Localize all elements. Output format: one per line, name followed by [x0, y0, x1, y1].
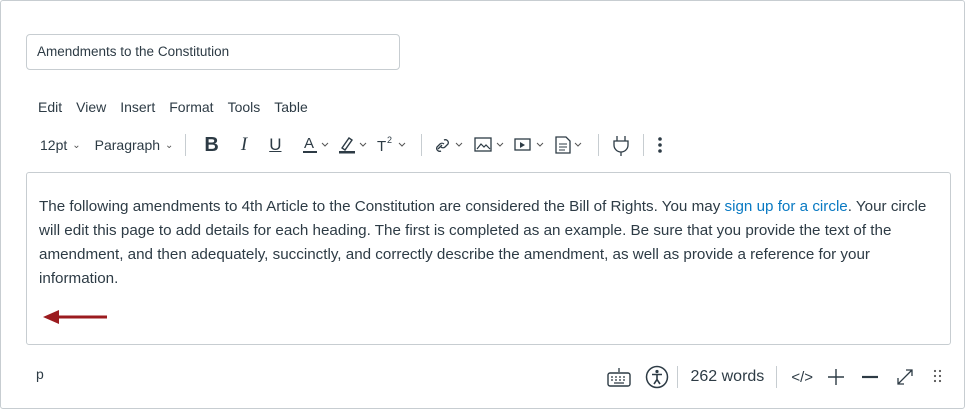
toolbar-divider: [598, 134, 600, 156]
menu-tools[interactable]: Tools: [228, 99, 261, 115]
resize-handle-icon[interactable]: [933, 368, 943, 386]
superscript-icon[interactable]: T2: [377, 135, 409, 155]
formatting-toolbar: 12pt ⌄ Paragraph ⌄ B I U A T2: [40, 131, 664, 159]
menu-table[interactable]: Table: [274, 99, 307, 115]
plus-icon[interactable]: [827, 368, 845, 386]
block-format-label: Paragraph: [94, 137, 161, 153]
word-count[interactable]: 262 words: [678, 368, 776, 386]
editor-paragraph[interactable]: The following amendments to 4th Article …: [39, 195, 938, 291]
accessibility-icon[interactable]: [645, 365, 669, 389]
bold-icon[interactable]: B: [204, 134, 218, 157]
menubar: Edit View Insert Format Tools Table: [38, 99, 308, 115]
status-bar: p 262 words </>: [0, 362, 963, 392]
underline-icon[interactable]: U: [269, 135, 281, 155]
rich-content-editor[interactable]: The following amendments to 4th Article …: [26, 172, 951, 345]
sign-up-link[interactable]: sign up for a circle: [725, 198, 848, 215]
arrow-left-icon: [43, 309, 109, 330]
menu-format[interactable]: Format: [169, 99, 213, 115]
media-icon[interactable]: [514, 135, 548, 155]
menu-edit[interactable]: Edit: [38, 99, 62, 115]
document-icon[interactable]: [554, 135, 586, 155]
toolbar-divider: [643, 134, 645, 156]
svg-text:A: A: [304, 135, 314, 152]
page-title-input[interactable]: Amendments to the Constitution: [26, 34, 400, 70]
body-text: The following amendments to 4th Article …: [39, 198, 725, 215]
more-icon[interactable]: [656, 135, 664, 155]
font-size-dropdown[interactable]: 12pt ⌄: [40, 131, 81, 159]
html-editor-toggle[interactable]: </>: [791, 369, 813, 386]
font-size-label: 12pt: [40, 137, 68, 153]
toolbar-divider: [185, 134, 187, 156]
toolbar-divider: [421, 134, 423, 156]
link-icon[interactable]: [434, 135, 468, 155]
plugin-icon[interactable]: [611, 134, 631, 156]
text-color-icon[interactable]: A: [303, 135, 331, 155]
italic-icon[interactable]: I: [241, 134, 247, 156]
chevron-down-icon: ⌄: [72, 139, 81, 151]
minus-icon[interactable]: [861, 368, 879, 386]
menu-insert[interactable]: Insert: [120, 99, 155, 115]
keyboard-icon[interactable]: [607, 367, 632, 387]
chevron-down-icon: ⌄: [165, 139, 174, 151]
block-format-dropdown[interactable]: Paragraph ⌄: [95, 131, 174, 159]
highlight-icon[interactable]: [339, 135, 369, 155]
svg-text:T: T: [377, 138, 386, 155]
menu-view[interactable]: View: [76, 99, 106, 115]
image-icon[interactable]: [474, 135, 508, 155]
element-path[interactable]: p: [36, 366, 44, 382]
fullscreen-icon[interactable]: [895, 367, 915, 387]
status-divider: [776, 366, 778, 388]
svg-text:2: 2: [387, 135, 392, 145]
